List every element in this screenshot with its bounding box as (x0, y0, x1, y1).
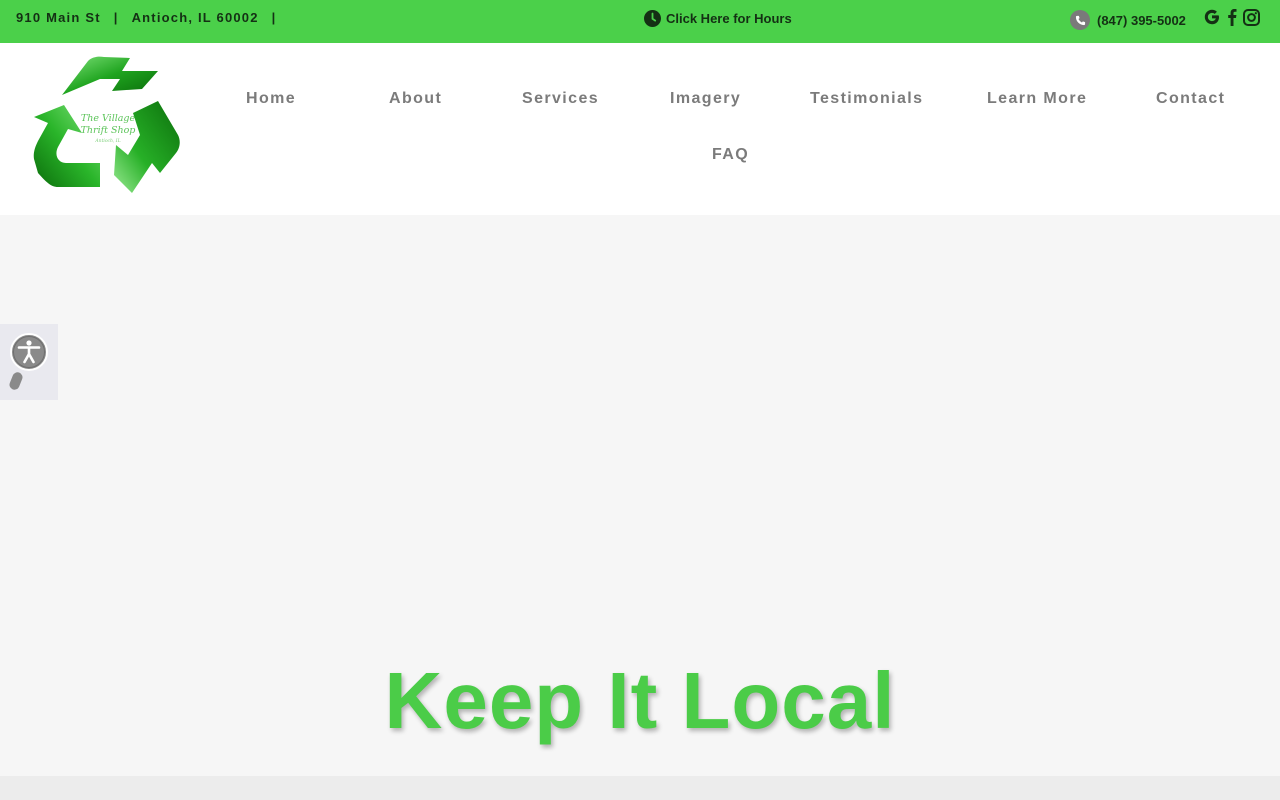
hero-title: Keep It Local (384, 656, 896, 745)
clock-icon (644, 10, 661, 27)
main-nav: Home About Services Imagery Testimonials… (0, 43, 1280, 215)
phone-link[interactable]: (847) 395-5002 (1070, 10, 1186, 30)
address-separator-end: | (271, 10, 277, 25)
nav-about[interactable]: About (389, 90, 442, 108)
nav-services[interactable]: Services (522, 90, 599, 108)
nav-contact[interactable]: Contact (1156, 90, 1225, 108)
top-bar: 910 Main St | Antioch, IL 60002 | Click … (0, 0, 1280, 43)
social-links (1203, 8, 1260, 26)
nav-testimonials[interactable]: Testimonials (810, 90, 923, 108)
phone-number: (847) 395-5002 (1097, 12, 1186, 28)
accessibility-icon (9, 333, 48, 390)
address-separator: | (113, 10, 119, 25)
nav-imagery[interactable]: Imagery (670, 90, 741, 108)
site-header: The Village Thrift Shop Antioch, IL Home… (0, 43, 1280, 215)
street-address: 910 Main St (16, 10, 101, 25)
phone-icon (1070, 10, 1090, 30)
footer-edge (0, 776, 1280, 800)
city-address: Antioch, IL 60002 (131, 10, 259, 25)
facebook-icon[interactable] (1227, 8, 1237, 26)
google-icon[interactable] (1203, 8, 1221, 26)
address: 910 Main St | Antioch, IL 60002 | (16, 10, 290, 25)
instagram-icon[interactable] (1243, 8, 1260, 26)
nav-home[interactable]: Home (246, 90, 296, 108)
nav-learn-more[interactable]: Learn More (987, 90, 1087, 108)
accessibility-widget[interactable] (0, 324, 58, 400)
nav-faq[interactable]: FAQ (712, 146, 749, 164)
hours-label: Click Here for Hours (666, 11, 792, 26)
hours-link[interactable]: Click Here for Hours (644, 10, 792, 27)
hero-section: Keep It Local (0, 215, 1280, 776)
